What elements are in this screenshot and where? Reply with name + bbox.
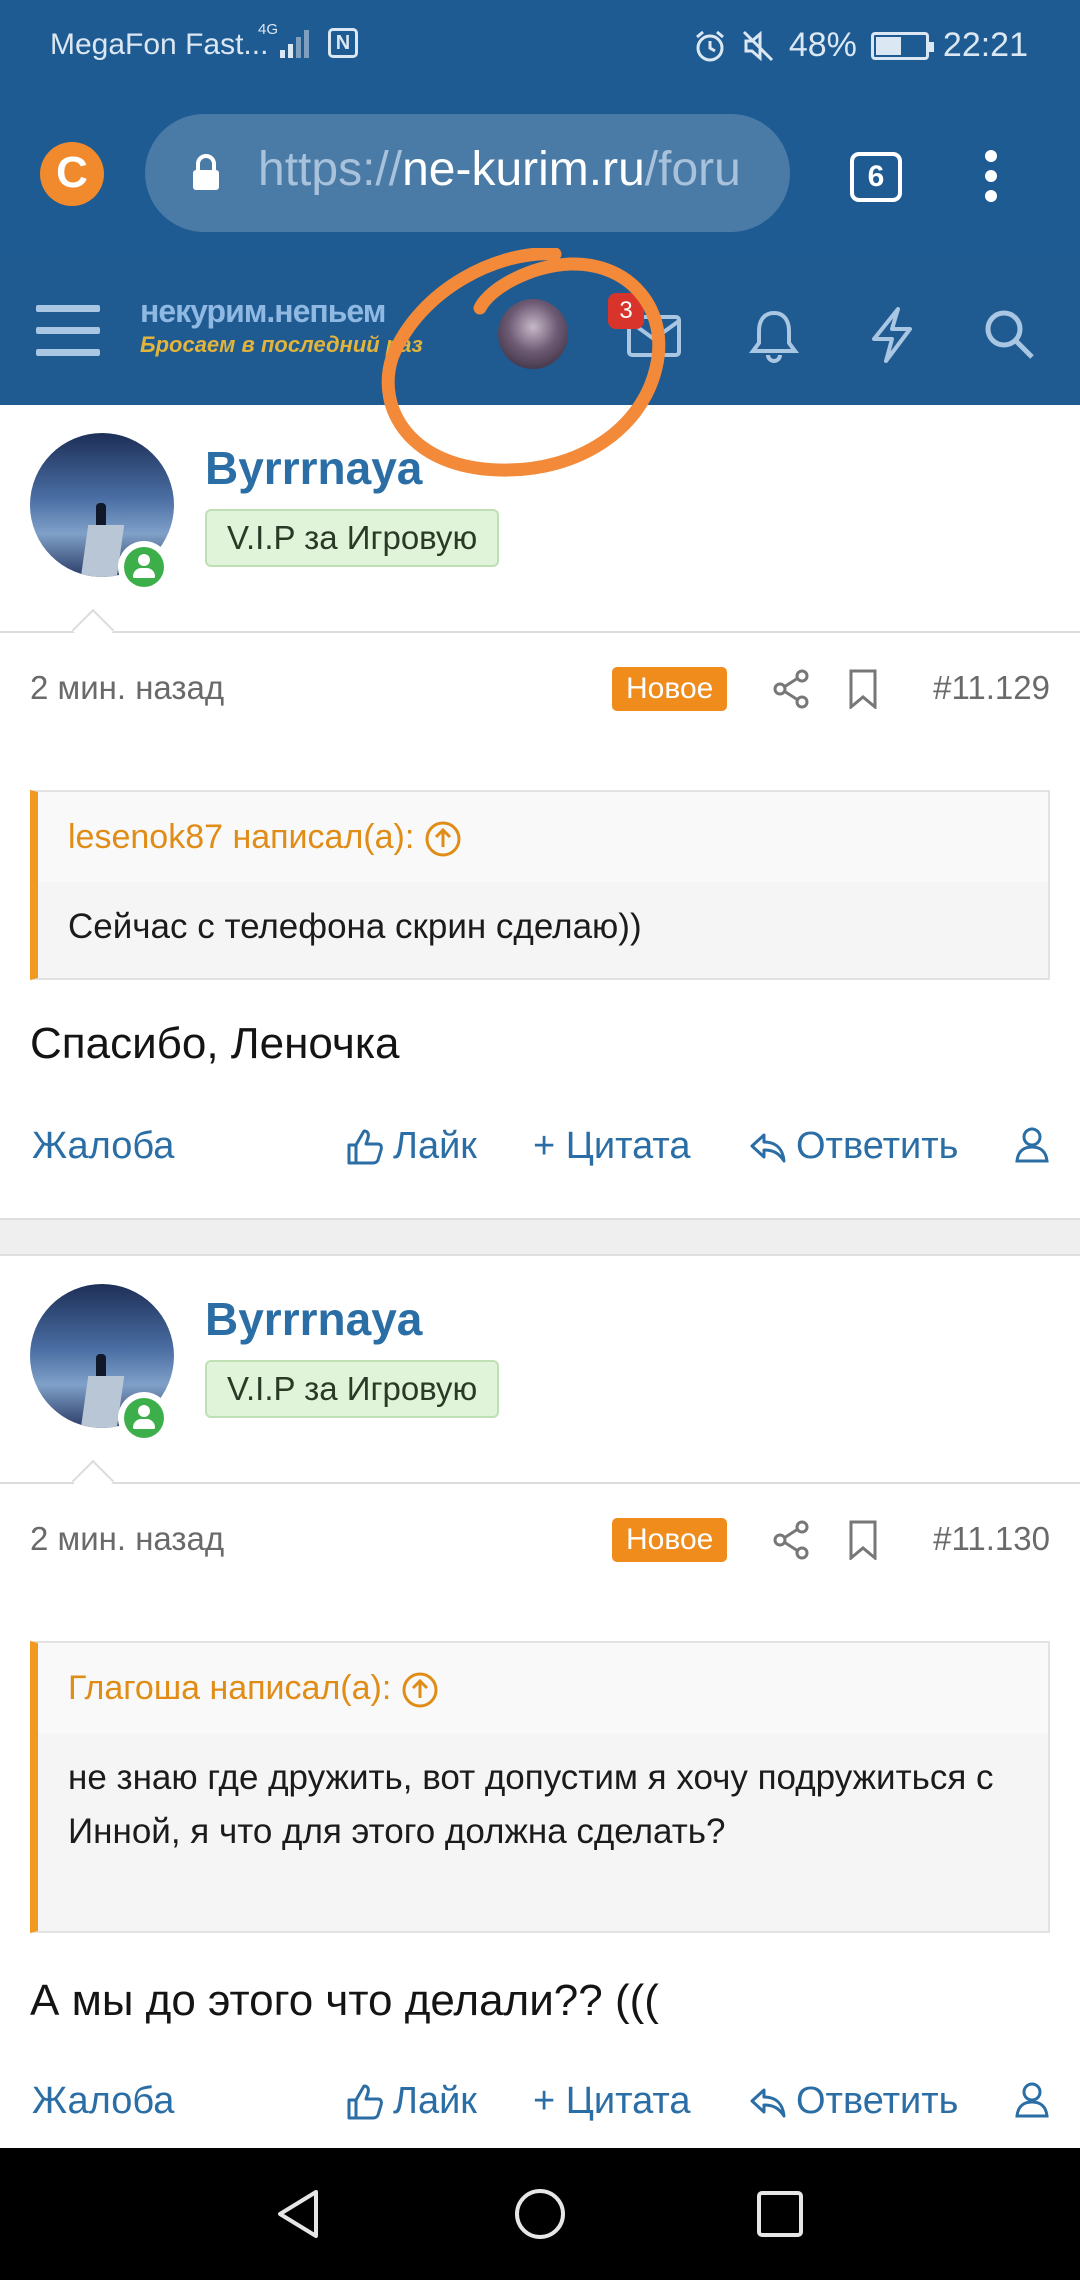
browser-logo-icon[interactable]: C xyxy=(40,142,104,206)
like-button[interactable]: Лайк xyxy=(345,1125,477,1168)
carrier-name: MegaFon Fast... xyxy=(50,28,269,61)
post-number[interactable]: #11.129 xyxy=(933,669,1050,707)
report-link[interactable]: Жалоба xyxy=(32,2080,174,2123)
annotation-circle xyxy=(381,248,666,477)
thumbs-up-icon xyxy=(347,2084,383,2119)
lock-icon xyxy=(193,154,219,190)
post-message: Спасибо, Леночка xyxy=(30,1019,400,1068)
lightning-icon[interactable] xyxy=(868,307,916,363)
reply-button[interactable]: Ответить xyxy=(748,2080,958,2123)
quote-block: Глагоша написал(а): не знаю где дружить,… xyxy=(30,1641,1050,1933)
quote-text: Сейчас с телефона скрин сделаю)) xyxy=(68,907,642,946)
new-badge: Новое xyxy=(612,1518,728,1562)
like-button[interactable]: Лайк xyxy=(345,2080,477,2123)
alarm-icon xyxy=(695,30,724,61)
quote-button[interactable]: + Цитата xyxy=(533,2080,690,2123)
share-icon[interactable] xyxy=(772,1520,810,1560)
battery-percent: 48% xyxy=(788,26,857,64)
report-link[interactable]: Жалоба xyxy=(32,1125,174,1168)
online-status-icon xyxy=(118,1392,170,1444)
post-divider xyxy=(0,631,1080,633)
reply-icon xyxy=(750,2088,786,2117)
post-number[interactable]: #11.130 xyxy=(933,1520,1050,1558)
home-icon[interactable] xyxy=(512,2186,568,2242)
user-profile-icon[interactable] xyxy=(1012,1125,1052,1165)
online-status-icon xyxy=(118,541,170,593)
user-title-badge: V.I.P за Игровую xyxy=(205,509,500,567)
bookmark-icon[interactable] xyxy=(848,669,878,709)
mute-icon xyxy=(742,30,773,61)
reply-icon xyxy=(750,1133,786,1162)
quote-header[interactable]: Глагоша написал(а): xyxy=(38,1643,1048,1733)
status-bar: MegaFon Fast... 4G N 48% 22:21 xyxy=(0,0,1080,92)
browser-toolbar: C https://ne-kurim.ru/foru 6 xyxy=(0,92,1080,257)
quote-header[interactable]: lesenok87 написал(а): xyxy=(38,792,1048,882)
tab-switcher-button[interactable]: 6 xyxy=(850,152,902,202)
url-text[interactable]: https://ne-kurim.ru/foru xyxy=(258,142,778,197)
menu-icon[interactable] xyxy=(36,305,100,357)
network-type: 4G xyxy=(258,21,279,38)
new-badge: Новое xyxy=(612,667,728,711)
bookmark-icon[interactable] xyxy=(848,1520,878,1560)
bell-icon[interactable] xyxy=(747,307,801,363)
quote-block: lesenok87 написал(а): Сейчас с телефона … xyxy=(30,790,1050,980)
battery-icon xyxy=(870,31,934,60)
user-profile-icon[interactable] xyxy=(1012,2080,1052,2120)
go-to-quote-icon[interactable] xyxy=(424,820,462,858)
reply-button[interactable]: Ответить xyxy=(748,1125,958,1168)
post-actions: Жалоба Лайк + Цитата Ответить xyxy=(0,1125,1080,1185)
post-divider xyxy=(0,1482,1080,1484)
clock: 22:21 xyxy=(942,26,1028,64)
post-message: А мы до этого что делали?? ((( xyxy=(30,1976,659,2025)
post-time[interactable]: 2 мин. назад xyxy=(30,1520,224,1558)
share-icon[interactable] xyxy=(772,669,810,709)
recents-icon[interactable] xyxy=(752,2186,808,2242)
nfc-icon: N xyxy=(328,28,358,58)
browser-menu-icon[interactable] xyxy=(985,150,999,204)
quote-text: не знаю где дружить, вот допустим я хочу… xyxy=(68,1758,994,1851)
post-time[interactable]: 2 мин. назад xyxy=(30,669,224,707)
go-to-quote-icon[interactable] xyxy=(401,1671,439,1709)
search-icon[interactable] xyxy=(982,307,1036,361)
address-bar[interactable]: https://ne-kurim.ru/foru xyxy=(145,114,790,232)
post-actions: Жалоба Лайк + Цитата Ответить xyxy=(0,2080,1080,2140)
author-name[interactable]: Byrrrnaya xyxy=(205,1292,422,1346)
signal-icon xyxy=(280,30,309,58)
back-icon[interactable] xyxy=(270,2186,326,2242)
user-title-badge: V.I.P за Игровую xyxy=(205,1360,500,1418)
system-nav-bar xyxy=(0,2148,1080,2280)
quote-button[interactable]: + Цитата xyxy=(533,1125,690,1168)
thumbs-up-icon xyxy=(347,1129,383,1164)
post-separator xyxy=(0,1218,1080,1256)
